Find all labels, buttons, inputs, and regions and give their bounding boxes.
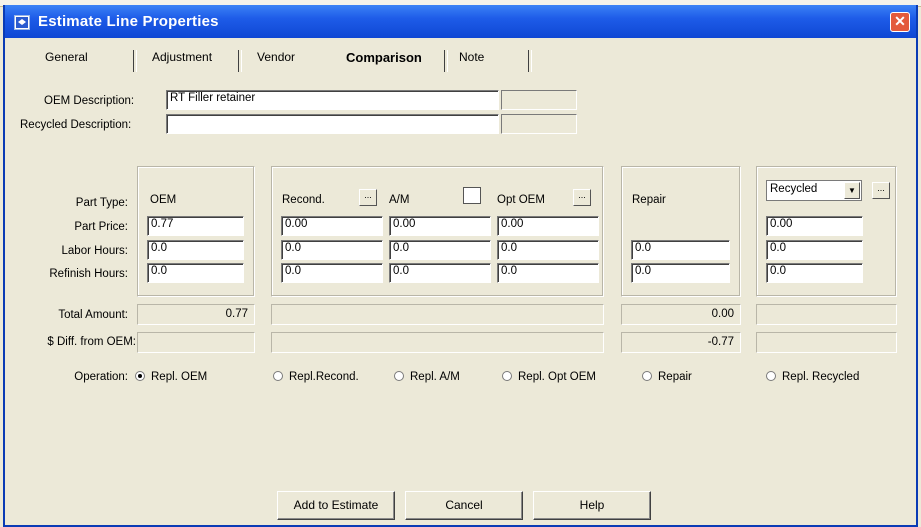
recycled-type-select[interactable]: Recycled ▼ bbox=[766, 180, 862, 201]
oem-description-label: OEM Description: bbox=[44, 95, 135, 107]
recycled-description-field[interactable] bbox=[166, 114, 499, 134]
tab-divider bbox=[444, 50, 448, 72]
am-checkbox-icon[interactable] bbox=[463, 187, 481, 204]
opt-oem-labor-hours[interactable]: 0.0 bbox=[497, 240, 599, 260]
add-to-estimate-button[interactable]: Add to Estimate bbox=[277, 491, 395, 520]
repair-header: Repair bbox=[632, 194, 666, 206]
radio-icon bbox=[273, 371, 283, 381]
recycled-more-button[interactable]: ... bbox=[872, 182, 890, 199]
radio-repl-opt-oem[interactable]: Repl. Opt OEM bbox=[502, 371, 596, 383]
radio-repl-recond[interactable]: Repl.Recond. bbox=[273, 371, 359, 383]
am-labor-hours[interactable]: 0.0 bbox=[389, 240, 491, 260]
dropdown-arrow-icon[interactable]: ▼ bbox=[844, 182, 860, 199]
app-icon bbox=[14, 15, 30, 30]
tab-divider bbox=[528, 50, 532, 72]
radio-repl-recycled[interactable]: Repl. Recycled bbox=[766, 371, 859, 383]
oem-description-field[interactable]: RT Filler retainer bbox=[166, 90, 499, 110]
oem-description-extra bbox=[501, 90, 577, 110]
radio-repl-am[interactable]: Repl. A/M bbox=[394, 371, 460, 383]
dialog-window: Estimate Line Properties ✕ General Adjus… bbox=[3, 5, 918, 527]
opt-oem-part-price[interactable]: 0.00 bbox=[497, 216, 599, 236]
tab-adjustment[interactable]: Adjustment bbox=[152, 50, 212, 64]
title-bar[interactable]: Estimate Line Properties ✕ bbox=[5, 5, 916, 38]
radio-repl-recycled-label: Repl. Recycled bbox=[782, 371, 860, 383]
oem-refinish-hours[interactable]: 0.0 bbox=[147, 263, 244, 283]
recond-part-price[interactable]: 0.00 bbox=[281, 216, 383, 236]
tab-comparison[interactable]: Comparison bbox=[346, 50, 422, 65]
radio-icon bbox=[394, 371, 404, 381]
repair-diff-amount: -0.77 bbox=[621, 332, 741, 353]
part-type-label: Part Type: bbox=[75, 197, 128, 209]
repair-labor-hours[interactable]: 0.0 bbox=[631, 240, 730, 260]
radio-repl-am-label: Repl. A/M bbox=[410, 371, 460, 383]
alternatives-diff-amount bbox=[271, 332, 604, 353]
oem-total-amount: 0.77 bbox=[137, 304, 255, 325]
recycled-part-price[interactable]: 0.00 bbox=[766, 216, 863, 236]
operation-label: Operation: bbox=[74, 371, 128, 383]
recond-labor-hours[interactable]: 0.0 bbox=[281, 240, 383, 260]
radio-icon bbox=[642, 371, 652, 381]
recycled-labor-hours[interactable]: 0.0 bbox=[766, 240, 863, 260]
radio-repl-oem[interactable]: Repl. OEM bbox=[135, 371, 207, 383]
opt-oem-header: Opt OEM bbox=[497, 194, 545, 206]
opt-oem-more-button[interactable]: ... bbox=[573, 189, 591, 206]
cancel-button[interactable]: Cancel bbox=[405, 491, 523, 520]
radio-repair-label: Repair bbox=[658, 371, 692, 383]
am-header: A/M bbox=[389, 194, 410, 206]
recycled-refinish-hours[interactable]: 0.0 bbox=[766, 263, 863, 283]
am-refinish-hours[interactable]: 0.0 bbox=[389, 263, 491, 283]
oem-header: OEM bbox=[150, 194, 177, 206]
tab-divider bbox=[133, 50, 137, 72]
tab-note[interactable]: Note bbox=[459, 50, 484, 64]
radio-icon bbox=[766, 371, 776, 381]
tab-divider bbox=[238, 50, 242, 72]
radio-repl-oem-label: Repl. OEM bbox=[151, 371, 208, 383]
recond-more-button[interactable]: ... bbox=[359, 189, 377, 206]
tab-general[interactable]: General bbox=[45, 50, 88, 64]
labor-hours-label: Labor Hours: bbox=[61, 245, 128, 257]
radio-repair[interactable]: Repair bbox=[642, 371, 692, 383]
radio-icon bbox=[502, 371, 512, 381]
repair-total-amount: 0.00 bbox=[621, 304, 741, 325]
total-amount-label: Total Amount: bbox=[58, 309, 128, 321]
oem-labor-hours[interactable]: 0.0 bbox=[147, 240, 244, 260]
radio-repl-opt-oem-label: Repl. Opt OEM bbox=[518, 371, 596, 383]
tab-strip: General Adjustment Vendor Comparison Not… bbox=[8, 38, 913, 78]
help-button[interactable]: Help bbox=[533, 491, 651, 520]
opt-oem-refinish-hours[interactable]: 0.0 bbox=[497, 263, 599, 283]
diff-from-oem-label: $ Diff. from OEM: bbox=[47, 336, 136, 348]
window-title: Estimate Line Properties bbox=[38, 13, 219, 30]
recycled-diff-amount bbox=[756, 332, 897, 353]
alternatives-total-amount bbox=[271, 304, 604, 325]
part-price-label: Part Price: bbox=[74, 221, 128, 233]
recycled-total-amount bbox=[756, 304, 897, 325]
recycled-description-label: Recycled Description: bbox=[20, 119, 132, 131]
close-button[interactable]: ✕ bbox=[890, 12, 910, 32]
radio-selected-icon bbox=[135, 371, 145, 381]
recond-header: Recond. bbox=[282, 194, 325, 206]
recycled-type-value: Recycled bbox=[770, 183, 818, 195]
radio-repl-recond-label: Repl.Recond. bbox=[289, 371, 359, 383]
comparison-panel: OEM Description: RT Filler retainer Recy… bbox=[8, 83, 913, 493]
tab-vendor[interactable]: Vendor bbox=[257, 50, 295, 64]
dialog-client: General Adjustment Vendor Comparison Not… bbox=[8, 38, 913, 520]
recycled-description-extra bbox=[501, 114, 577, 134]
recond-refinish-hours[interactable]: 0.0 bbox=[281, 263, 383, 283]
oem-diff-amount bbox=[137, 332, 255, 353]
refinish-hours-label: Refinish Hours: bbox=[49, 268, 128, 280]
am-part-price[interactable]: 0.00 bbox=[389, 216, 491, 236]
repair-refinish-hours[interactable]: 0.0 bbox=[631, 263, 730, 283]
oem-part-price[interactable]: 0.77 bbox=[147, 216, 244, 236]
